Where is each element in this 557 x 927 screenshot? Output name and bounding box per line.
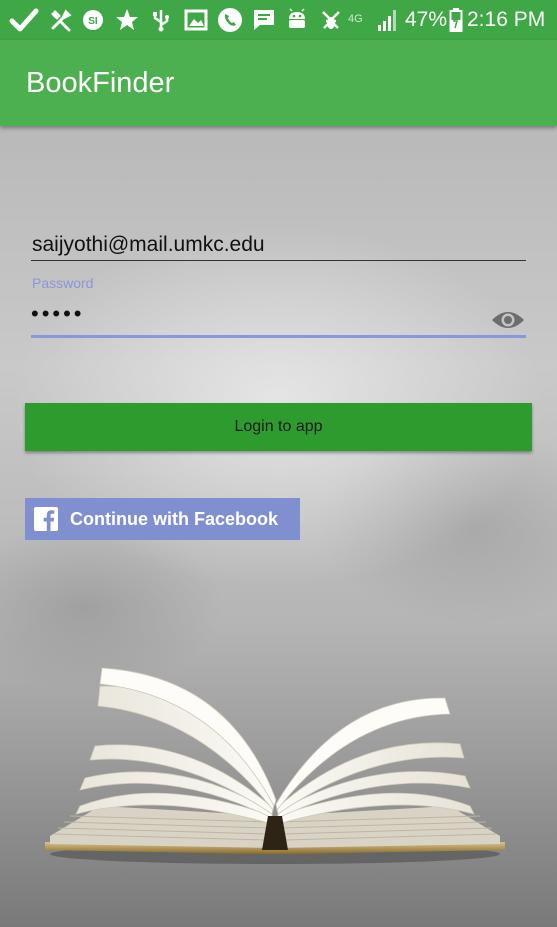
signal-icon (375, 7, 401, 33)
facebook-login-button[interactable]: Continue with Facebook (25, 498, 300, 540)
message-icon (251, 7, 277, 33)
si-icon: SI (82, 7, 104, 33)
usb-icon (150, 7, 172, 33)
password-field[interactable]: ••••• (31, 302, 85, 326)
password-underline (31, 335, 526, 338)
clock: 2:16 PM (467, 8, 546, 31)
app-bar: BookFinder (0, 40, 557, 126)
tools-icon (48, 7, 74, 33)
android-icon (284, 7, 310, 33)
check-icon (8, 7, 40, 33)
email-underline (31, 260, 526, 261)
facebook-button-label: Continue with Facebook (70, 509, 279, 529)
open-book-image (40, 666, 510, 866)
password-label: Password (32, 275, 94, 291)
app-title: BookFinder (26, 67, 175, 99)
login-screen: saijyothi@mail.umkc.edu Password ••••• L… (0, 126, 557, 927)
svg-text:SI: SI (88, 16, 98, 27)
image-icon (183, 7, 209, 33)
phone-icon (216, 7, 244, 33)
facebook-icon (34, 507, 58, 531)
star-icon (114, 7, 140, 33)
battery-percent: 47% (405, 8, 448, 31)
login-button[interactable]: Login to app (25, 403, 532, 451)
battery-icon (448, 7, 464, 33)
network-type: 4G (348, 13, 363, 25)
eye-icon[interactable] (491, 308, 525, 332)
bug-icon (318, 7, 344, 33)
status-bar: SI 4G 47% 2:16 PM (0, 0, 557, 40)
email-field[interactable]: saijyothi@mail.umkc.edu (32, 232, 265, 258)
